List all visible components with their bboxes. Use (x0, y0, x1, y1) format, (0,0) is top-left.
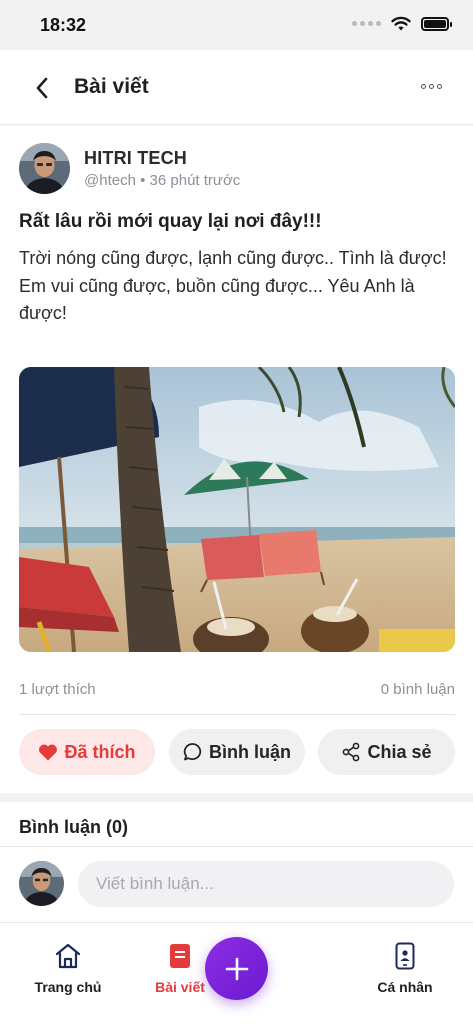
like-button-label: Đã thích (64, 741, 136, 762)
bottom-navigation: Trang chủ Bài viết Cá nhân (0, 922, 473, 1024)
more-horizontal-icon (420, 83, 426, 89)
like-button[interactable]: Đã thích (19, 729, 155, 775)
post-image[interactable] (19, 367, 455, 652)
post-actions: Đã thích Bình luận Chia sẻ (19, 729, 455, 775)
post-detail-screen: 18:32 Bài viết HITRI TECH @htech • 36 ph… (0, 0, 473, 1024)
add-post-button[interactable] (205, 937, 268, 1000)
more-options-button[interactable] (419, 76, 443, 96)
avatar[interactable] (19, 143, 70, 194)
post-title: Rất lâu rồi mới quay lại nơi đây!!! (19, 211, 322, 232)
author-name[interactable]: HITRI TECH (84, 148, 187, 169)
comment-input[interactable] (78, 861, 454, 907)
nav-label-home: Trang chủ (34, 979, 102, 995)
cellular-signal-icon (352, 21, 381, 26)
nav-label-profile: Cá nhân (377, 979, 433, 995)
plus-icon (225, 957, 248, 980)
post-time: 36 phút trước (149, 172, 241, 189)
post-body-line: Trời nóng cũng được, lạnh cũng được.. Tì… (19, 248, 447, 268)
post-meta: @htech • 36 phút trước (84, 172, 240, 189)
comment-button[interactable]: Bình luận (169, 729, 305, 775)
comment-button-label: Bình luận (209, 741, 291, 762)
top-app-bar: Bài viết (0, 50, 473, 125)
avatar (19, 861, 64, 906)
status-time: 18:32 (40, 15, 87, 35)
post-body-line: Em vui cũng được, buồn cũng được... Yêu … (19, 275, 415, 324)
comments-count[interactable]: 0 bình luận (381, 681, 455, 698)
share-icon (343, 742, 360, 762)
chevron-left-icon (36, 77, 48, 99)
post-stats: 1 lượt thích 0 bình luận (19, 681, 455, 701)
page-title: Bài viết (74, 75, 149, 98)
meta-separator: • (140, 172, 146, 189)
post-body: Trời nóng cũng được, lạnh cũng được.. Tì… (19, 245, 449, 328)
comments-title: Bình luận (0) (19, 817, 128, 837)
heart-icon (39, 744, 58, 761)
divider (0, 846, 473, 847)
comment-composer (19, 860, 455, 908)
status-bar: 18:32 (0, 0, 473, 50)
author-handle: @htech (84, 172, 136, 189)
likes-count[interactable]: 1 lượt thích (19, 681, 96, 698)
post-author: HITRI TECH @htech • 36 phút trước (19, 143, 459, 195)
back-button[interactable] (28, 74, 56, 102)
document-icon (165, 941, 195, 971)
chat-bubble-icon (183, 743, 202, 761)
nav-item-home[interactable]: Trang chủ (13, 941, 123, 1005)
battery-icon (421, 16, 452, 31)
home-icon (53, 941, 83, 971)
nav-item-profile[interactable]: Cá nhân (350, 941, 460, 1005)
share-button-label: Chia sẻ (367, 741, 432, 762)
section-divider (0, 793, 473, 802)
divider (19, 714, 455, 715)
phone-user-icon (390, 941, 420, 971)
nav-label-posts: Bài viết (155, 979, 205, 995)
wifi-icon (391, 16, 411, 31)
share-button[interactable]: Chia sẻ (318, 729, 455, 775)
status-icons (352, 16, 452, 31)
